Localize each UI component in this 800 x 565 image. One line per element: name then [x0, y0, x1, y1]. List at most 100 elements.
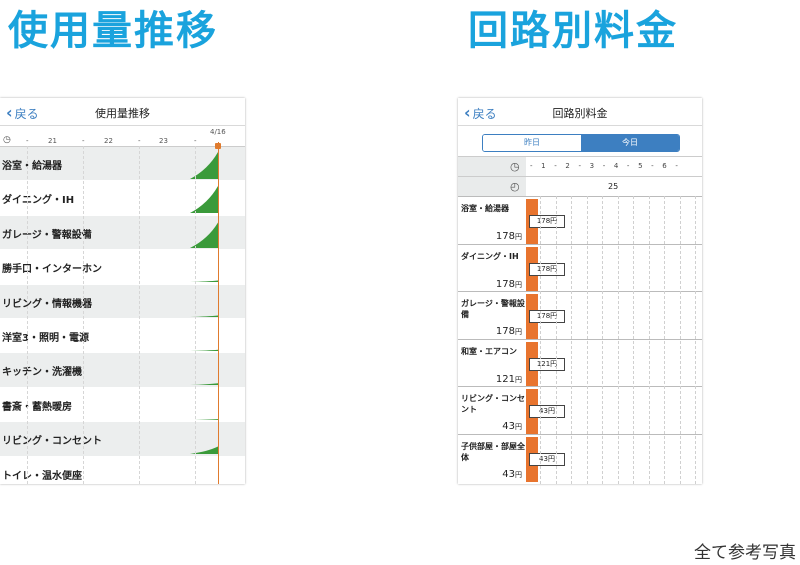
circuit-name: ガレージ・警報設備: [461, 299, 525, 319]
day-tabs: 昨日 今日: [482, 134, 680, 152]
grid-line: [571, 196, 572, 484]
usage-row[interactable]: 洋室3・照明・電源: [0, 319, 245, 354]
time-axis: ◷ - 21 - 22 - 23 - 4/16: [0, 126, 245, 147]
circuit-label: 勝手口・インターホン: [2, 264, 102, 276]
circuit-amount: 178円: [496, 326, 522, 337]
grid-line: [602, 196, 603, 484]
amount-value: 178: [495, 231, 515, 242]
circuit-amount: 178円: [496, 231, 522, 242]
circuit-row[interactable]: 子供部屋・部屋全体 43円 43円: [458, 433, 702, 482]
usage-row[interactable]: ガレージ・警報設備: [0, 215, 245, 251]
circuit-amount: 43円: [502, 469, 522, 480]
usage-row[interactable]: キッチン・洗濯機: [0, 353, 245, 388]
yen-unit: 円: [515, 423, 522, 431]
circuit-name: 和室・エアコン: [461, 346, 517, 356]
circuit-name: 浴室・給湯器: [461, 204, 509, 213]
grid-line: [617, 196, 619, 484]
circuit-row[interactable]: ダイニング・IH 178円 178円: [458, 243, 702, 292]
yen-unit: 円: [515, 470, 522, 479]
grid-line: [679, 196, 681, 484]
circuit-row[interactable]: リビング・コンセント 43円 43円: [458, 386, 702, 434]
circuit-label: リビング・情報機器: [2, 298, 92, 310]
circuit-name: ダイニング・IH: [461, 251, 519, 261]
circuit-cost-heading: 回路別料金: [468, 8, 678, 54]
time-label: 21: [48, 137, 57, 145]
hour-ticks: - 1 - 2 - 3 - 4 - 5 - 6 -: [530, 162, 682, 170]
circuit-amount: 43円: [502, 421, 522, 432]
circuit-label: リビング・コンセント: [2, 436, 102, 448]
amount-value: 43: [502, 421, 515, 432]
clock-icon: ◷: [3, 135, 11, 145]
grid-line: [195, 146, 196, 484]
day-label: 25: [608, 182, 619, 191]
usage-row[interactable]: 書斎・蓄熱暖房: [0, 388, 245, 423]
cost-chip: 178円: [529, 215, 565, 228]
yen-unit: 円: [515, 375, 522, 384]
tick-dash: -: [26, 137, 29, 145]
clock-icon: ◷: [510, 160, 520, 173]
date-header: ◴ 25: [458, 176, 702, 197]
cost-chip: 178円: [529, 262, 565, 276]
circuit-label: 書斎・蓄熱暖房: [2, 401, 72, 413]
yen-unit: 円: [515, 280, 522, 289]
tab-today[interactable]: 今日: [581, 135, 679, 151]
circuit-row[interactable]: ガレージ・警報設備 178円 178円: [458, 291, 702, 339]
cost-chip: 43円: [529, 405, 565, 418]
nav-bar: ‹ 戻る 使用量推移: [0, 98, 245, 126]
grid-line: [540, 196, 541, 484]
circuit-amount: 178円: [496, 279, 522, 290]
usage-row[interactable]: 勝手口・インターホン: [0, 250, 245, 285]
current-time-handle[interactable]: [215, 143, 221, 149]
yen-unit: 円: [515, 233, 522, 241]
tab-yesterday[interactable]: 昨日: [483, 135, 581, 151]
grid-line: [555, 196, 557, 484]
grid-line: [83, 146, 84, 484]
circuit-label: トイレ・温水便座: [2, 470, 82, 482]
calendar-icon: ◴: [510, 180, 520, 193]
reference-photo-note: 全て参考写真: [694, 543, 796, 563]
current-time-marker[interactable]: [218, 142, 219, 484]
grid-line: [648, 196, 650, 484]
circuit-row[interactable]: 和室・エアコン 121円 121円: [458, 338, 702, 387]
usage-history-heading: 使用量推移: [8, 8, 218, 54]
time-label: 23: [159, 137, 168, 145]
circuit-amount: 121円: [496, 374, 522, 385]
tick-dash: -: [194, 137, 197, 145]
amount-value: 43: [502, 468, 515, 480]
usage-row[interactable]: 浴室・給湯器: [0, 147, 245, 182]
screen-title: 回路別料金: [552, 107, 608, 120]
yen-unit: 円: [515, 328, 522, 336]
circuit-label: 浴室・給湯器: [2, 161, 62, 172]
date-label: 4/16: [210, 128, 226, 136]
screen-title: 使用量推移: [95, 107, 150, 120]
usage-row[interactable]: リビング・コンセント: [0, 422, 245, 457]
grid-line: [664, 196, 665, 484]
circuit-name: 子供部屋・部屋全体: [461, 441, 525, 462]
circuit-cost-screen: ‹ 戻る 回路別料金 昨日 今日 ◷ - 1 - 2 - 3 - 4 - 5 - …: [458, 98, 702, 484]
grid-line: [139, 146, 140, 484]
circuit-label: ダイニング・IH: [2, 195, 75, 207]
usage-history-screen: ‹ 戻る 使用量推移 ◷ - 21 - 22 - 23 - 4/16 浴室・給湯器…: [0, 98, 245, 484]
time-label: 22: [104, 137, 113, 145]
amount-value: 178: [495, 278, 515, 290]
cost-chip: 43円: [529, 452, 565, 466]
usage-rows: 浴室・給湯器ダイニング・IH ガレージ・警報設備 勝手口・インターホン リビング・情報…: [0, 147, 245, 484]
cost-chip: 178円: [529, 310, 565, 323]
circuit-label: 洋室3・照明・電源: [2, 332, 89, 344]
circuit-label: ガレージ・警報設備: [2, 229, 92, 241]
usage-row[interactable]: トイレ・温水便座: [0, 457, 245, 484]
grid-line: [633, 196, 634, 484]
tick-dash: -: [82, 137, 85, 145]
time-header: ◷ - 1 - 2 - 3 - 4 - 5 - 6 -: [458, 156, 702, 177]
amount-value: 121: [495, 373, 515, 385]
usage-row[interactable]: リビング・情報機器: [0, 284, 245, 319]
grid-line: [695, 196, 696, 484]
circuit-name: リビング・コンセント: [461, 394, 525, 414]
nav-bar: ‹ 戻る 回路別料金: [458, 98, 702, 126]
grid-line: [586, 196, 588, 484]
tick-dash: -: [138, 137, 141, 145]
usage-row[interactable]: ダイニング・IH: [0, 181, 245, 216]
circuit-row[interactable]: 浴室・給湯器 178円 178円: [458, 196, 702, 244]
cost-chip: 121円: [529, 357, 565, 371]
amount-value: 178: [495, 326, 515, 337]
